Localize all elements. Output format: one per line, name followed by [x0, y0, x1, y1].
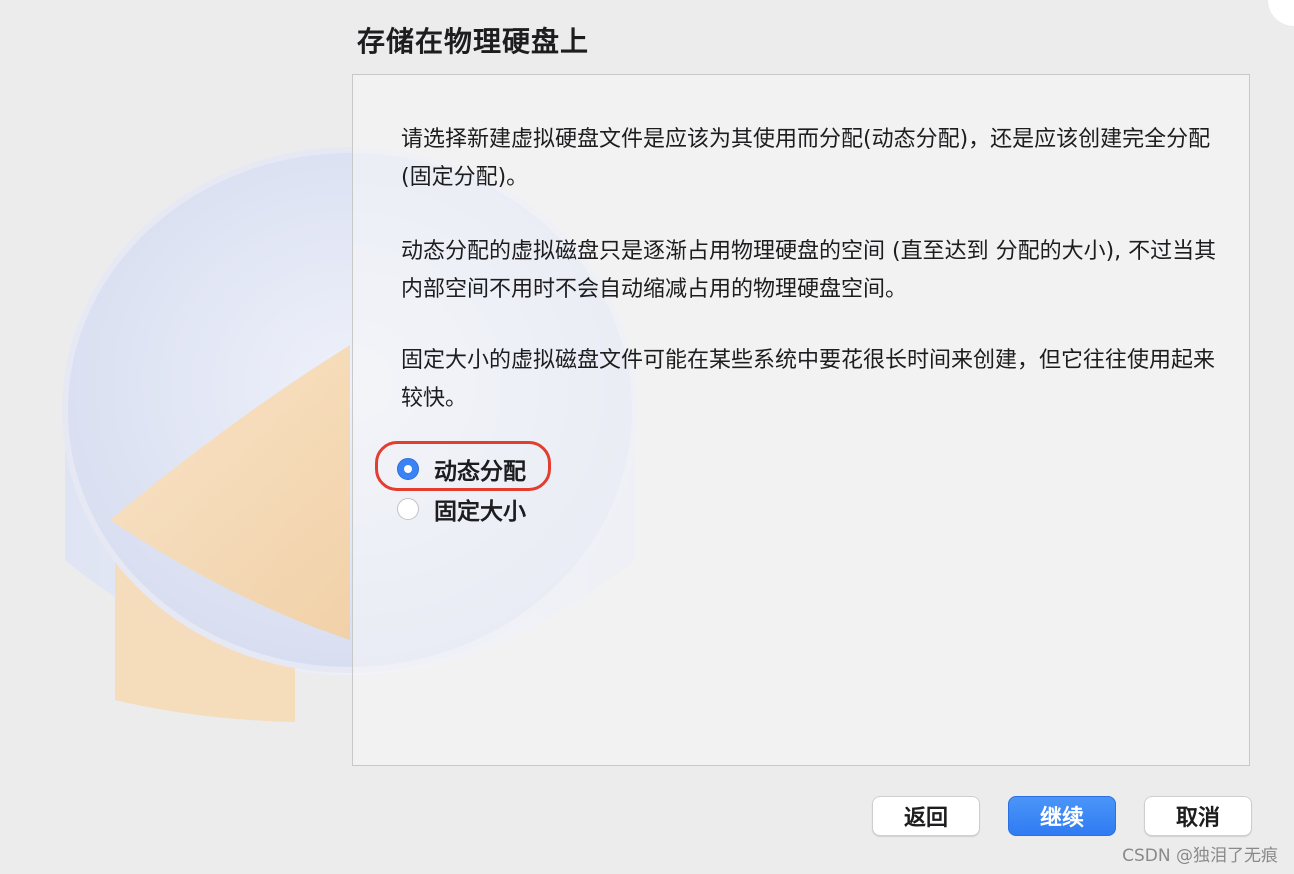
watermark-text: CSDN @独泪了无痕	[1122, 846, 1278, 866]
radio-button-selected[interactable]	[397, 458, 419, 480]
radio-dot	[404, 465, 412, 473]
radio-label-fixed: 固定大小	[434, 499, 526, 525]
radio-label-dynamic: 动态分配	[434, 459, 526, 485]
description-paragraph-fixed: 固定大小的虚拟磁盘文件可能在某些系统中要花很长时间来创建，但它往往使用起来较快。	[401, 348, 1216, 411]
back-button[interactable]: 返回	[872, 796, 980, 836]
description-paragraph-allocation: 请选择新建虚拟硬盘文件是应该为其使用而分配(动态分配)，还是应该创建完全分配(固…	[401, 127, 1211, 190]
description-paragraph-dynamic: 动态分配的虚拟磁盘只是逐渐占用物理硬盘的空间 (直至达到 分配的大小), 不过当…	[401, 239, 1217, 302]
radio-option-dynamic[interactable]: 动态分配	[397, 449, 526, 489]
window-corner	[1268, 0, 1294, 26]
dialog-window: 存储在物理硬盘上 请选择新建虚拟硬盘文件是应该为其使用而分配(动态分配)，还是应…	[0, 0, 1294, 874]
radio-button-unselected[interactable]	[397, 498, 419, 520]
cancel-button[interactable]: 取消	[1144, 796, 1252, 836]
dialog-title: 存储在物理硬盘上	[357, 25, 590, 58]
allocation-radio-group: 动态分配 固定大小	[397, 449, 526, 529]
content-panel: 请选择新建虚拟硬盘文件是应该为其使用而分配(动态分配)，还是应该创建完全分配(固…	[352, 74, 1250, 766]
radio-option-fixed[interactable]: 固定大小	[397, 489, 526, 529]
continue-button[interactable]: 继续	[1008, 796, 1116, 836]
